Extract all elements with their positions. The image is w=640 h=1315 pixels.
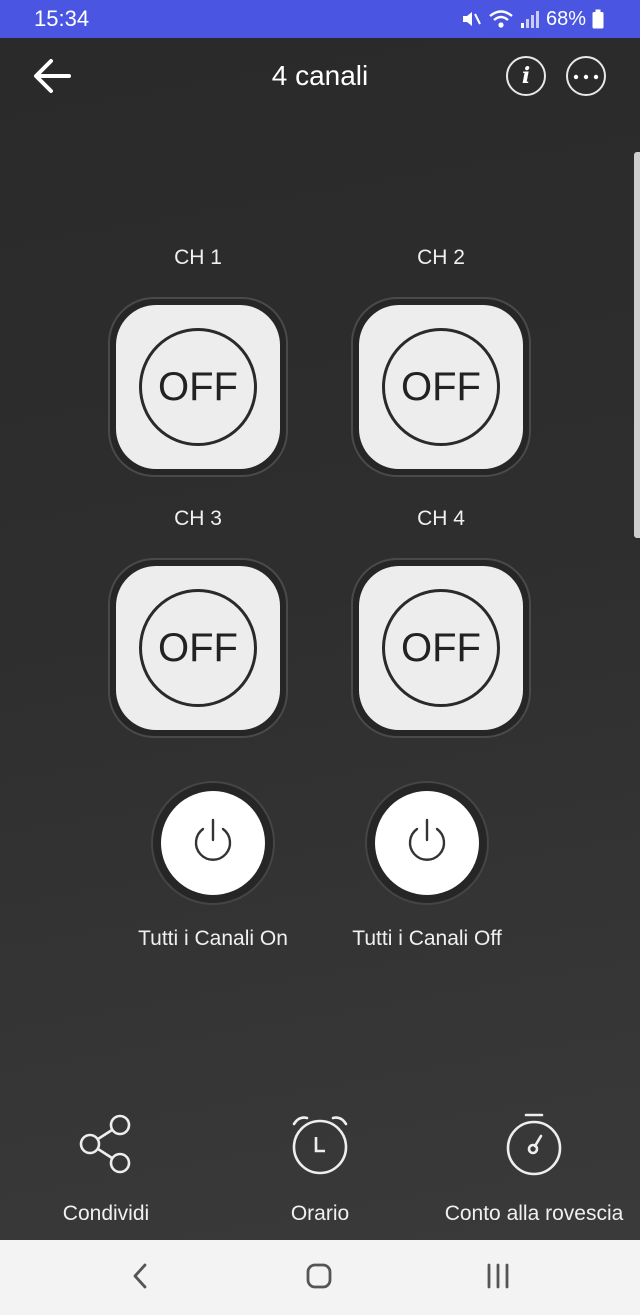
- nav-home-button[interactable]: [297, 1258, 341, 1298]
- channel-2-label: CH 2: [417, 246, 465, 269]
- info-button[interactable]: i: [506, 56, 546, 96]
- all-channels-off-button[interactable]: [365, 781, 489, 905]
- schedule-label: Orario: [290, 1202, 350, 1225]
- share-label: Condividi: [62, 1202, 150, 1225]
- channel-2-state: OFF: [382, 328, 500, 446]
- channel-3-label: CH 3: [174, 507, 222, 530]
- navigation-bar: [0, 1240, 640, 1315]
- all-channels-off-label: Tutti i Canali Off: [352, 927, 502, 950]
- power-icon: [403, 816, 451, 871]
- share-button[interactable]: Condividi: [0, 1112, 216, 1236]
- channel-1-button[interactable]: OFF: [108, 297, 288, 477]
- status-time: 15:34: [34, 6, 90, 31]
- status-bar: 15:34 68%: [0, 0, 640, 38]
- channel-1-label: CH 1: [174, 246, 222, 269]
- channel-4-face: OFF: [359, 566, 523, 730]
- all-on-face: [161, 791, 265, 895]
- wifi-icon: [488, 8, 514, 30]
- channel-4-button[interactable]: OFF: [351, 558, 531, 738]
- all-channels-on-label: Tutti i Canali On: [138, 927, 288, 950]
- battery-text: 68%: [545, 7, 586, 30]
- countdown-label: Conto alla rovescia: [444, 1202, 624, 1225]
- main-screen: 4 canali i CH 1 OFF CH 2 OFF CH 3 OFF CH…: [0, 38, 640, 1240]
- signal-icon: [520, 9, 540, 29]
- channel-1-face: OFF: [116, 305, 280, 469]
- channel-1-state: OFF: [139, 328, 257, 446]
- more-button[interactable]: [566, 56, 606, 96]
- alarm-clock-icon: [289, 1112, 351, 1181]
- channel-3-button[interactable]: OFF: [108, 558, 288, 738]
- home-icon: [305, 1262, 333, 1295]
- channel-2-face: OFF: [359, 305, 523, 469]
- chevron-left-icon: [130, 1262, 150, 1295]
- more-icon: [573, 67, 599, 85]
- status-icons: 68%: [460, 8, 604, 31]
- header: 4 canali i: [0, 38, 640, 118]
- all-off-face: [375, 791, 479, 895]
- recent-apps-icon: [484, 1263, 512, 1294]
- mute-icon: [460, 8, 482, 30]
- all-channels-on-button[interactable]: [151, 781, 275, 905]
- channel-3-face: OFF: [116, 566, 280, 730]
- share-icon: [76, 1112, 136, 1181]
- nav-back-button[interactable]: [118, 1258, 162, 1298]
- schedule-button[interactable]: Orario: [210, 1112, 430, 1236]
- scrollbar[interactable]: [634, 152, 640, 538]
- channel-3-state: OFF: [139, 589, 257, 707]
- power-icon: [189, 816, 237, 871]
- info-icon: i: [521, 63, 531, 89]
- channel-2-button[interactable]: OFF: [351, 297, 531, 477]
- channel-4-state: OFF: [382, 589, 500, 707]
- nav-recents-button[interactable]: [476, 1258, 520, 1298]
- channel-4-label: CH 4: [417, 507, 465, 530]
- battery-icon: [592, 9, 604, 29]
- countdown-button[interactable]: Conto alla rovescia: [424, 1112, 640, 1236]
- stopwatch-icon: [503, 1112, 565, 1181]
